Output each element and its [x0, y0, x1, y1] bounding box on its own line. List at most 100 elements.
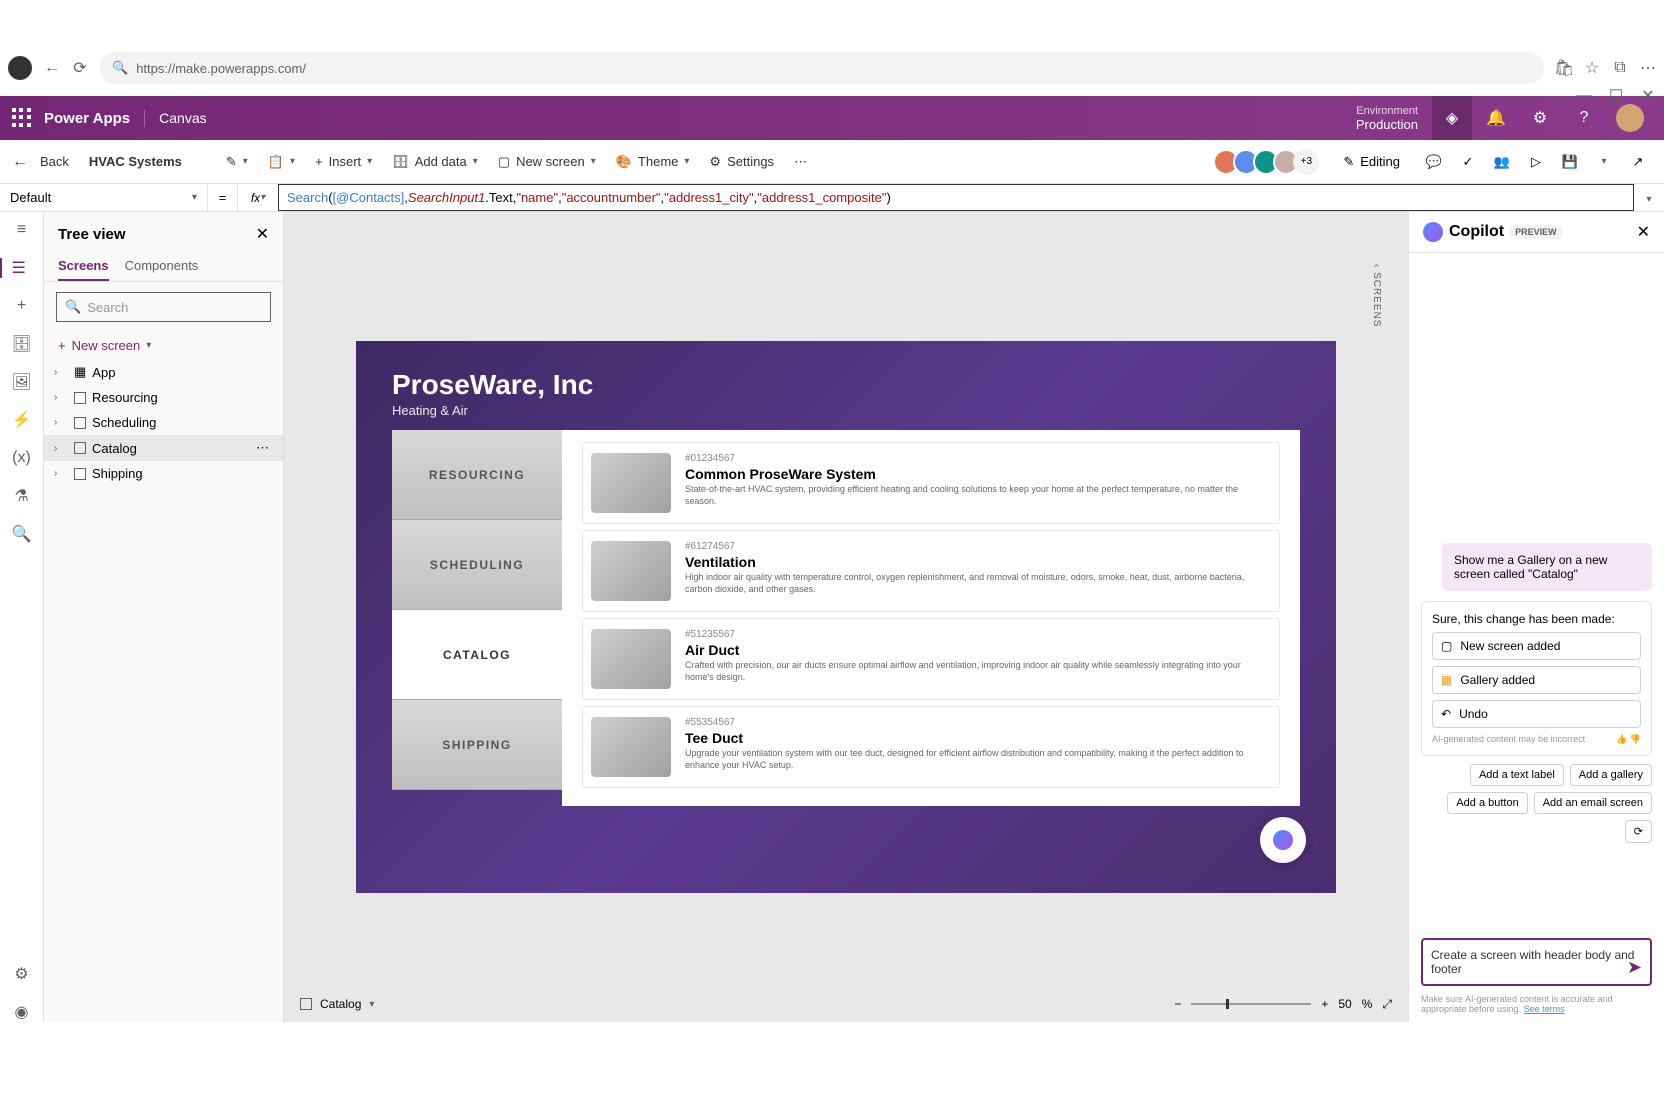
save-dropdown-icon[interactable]: ▾ [1590, 148, 1618, 176]
stage-content: #01234567Common ProseWare SystemState-of… [562, 430, 1300, 806]
refresh-suggestions-icon[interactable]: ⟳ [1625, 820, 1652, 843]
fit-icon[interactable]: ⤢ [1382, 997, 1392, 1012]
edit-icon[interactable]: ✎ ▾ [218, 150, 256, 174]
theme-button[interactable]: 🎨 Theme ▾ [608, 150, 698, 174]
maximize-icon[interactable]: ☐ [1608, 88, 1624, 104]
catalog-item-image [591, 717, 671, 777]
see-terms-link[interactable]: See terms [1524, 1004, 1565, 1014]
tree-view-icon[interactable]: ☰ [0, 258, 44, 278]
search-rail-icon[interactable]: 🔍 [12, 524, 32, 544]
flow-rail-icon[interactable]: ⚡ [12, 410, 32, 430]
save-icon[interactable]: 💾 [1556, 148, 1584, 176]
stage-nav-shipping[interactable]: SHIPPING [392, 700, 562, 790]
tree-search-input[interactable]: 🔍 Search [56, 292, 271, 322]
tab-screens[interactable]: Screens [58, 252, 109, 281]
copilot-header-icon[interactable]: ◈ [1432, 96, 1472, 140]
settings-gear-icon[interactable]: ⚙ [1520, 96, 1560, 140]
tab-components[interactable]: Components [125, 252, 199, 281]
send-icon[interactable]: ➤ [1627, 957, 1642, 978]
tree-item-app[interactable]: ›▦App [44, 359, 283, 385]
app-launcher-icon[interactable] [12, 108, 32, 128]
shop-icon[interactable]: 🛍 [1556, 60, 1572, 76]
favorite-icon[interactable]: ☆ [1584, 60, 1600, 76]
hamburger-icon[interactable]: ≡ [12, 220, 32, 240]
paste-icon[interactable]: 📋 ▾ [260, 150, 303, 174]
suggestion-chip[interactable]: Add a button [1447, 792, 1527, 814]
minimize-icon[interactable]: — [1576, 88, 1592, 104]
action-gallery[interactable]: ▦Gallery added [1432, 666, 1641, 694]
canvas-area[interactable]: ProseWare, Inc Heating & Air RESOURCING … [284, 212, 1408, 1022]
publish-icon[interactable]: ↗ [1624, 148, 1652, 176]
catalog-item[interactable]: #51235567Air DuctCrafted with precision,… [582, 618, 1280, 700]
zoom-in-icon[interactable]: + [1321, 997, 1328, 1011]
environment-picker[interactable]: Environment Production [1356, 105, 1428, 132]
add-data-button[interactable]: 🗄 Add data ▾ [384, 150, 486, 174]
settings-button[interactable]: ⚙ Settings [701, 150, 782, 174]
close-icon[interactable]: ✕ [1640, 88, 1656, 104]
suggestion-chip[interactable]: Add an email screen [1534, 792, 1652, 814]
back-button[interactable]: ← [12, 153, 28, 171]
tree-item-shipping[interactable]: ›Shipping [44, 461, 283, 486]
undo-button[interactable]: ↶Undo [1432, 700, 1641, 728]
thumbs-up-icon[interactable]: 👍 [1616, 734, 1627, 744]
stage-nav: RESOURCING SCHEDULING CATALOG SHIPPING [392, 430, 562, 806]
user-avatar[interactable] [1616, 104, 1644, 132]
fx-label[interactable]: fx ▾ [238, 184, 278, 211]
data-rail-icon[interactable]: 🗄 [12, 334, 32, 354]
window-controls: — ☐ ✕ [1576, 88, 1656, 104]
overflow-icon[interactable]: ⋯ [786, 150, 815, 174]
canvas-stage[interactable]: ProseWare, Inc Heating & Air RESOURCING … [356, 341, 1336, 893]
refresh-icon[interactable]: ⟳ [72, 60, 88, 76]
insert-rail-icon[interactable]: + [12, 296, 32, 316]
app-title[interactable]: Power Apps [44, 110, 145, 127]
editing-mode[interactable]: ✎ Editing [1335, 150, 1408, 174]
copilot-fab[interactable] [1260, 817, 1306, 863]
insert-button[interactable]: + Insert ▾ [307, 150, 380, 173]
profile-avatar[interactable] [8, 56, 32, 80]
tree-item-scheduling[interactable]: ›Scheduling [44, 410, 283, 435]
copilot-close-icon[interactable]: ✕ [1637, 222, 1650, 242]
action-new-screen[interactable]: ▢New screen added [1432, 632, 1641, 660]
formula-bar: Default▾ = fx ▾ Search([@Contacts], Sear… [0, 184, 1664, 212]
new-screen-button[interactable]: ▢ New screen ▾ [490, 150, 604, 174]
notifications-icon[interactable]: 🔔 [1476, 96, 1516, 140]
back-label[interactable]: Back [32, 150, 77, 173]
presence-avatars[interactable]: +3 [1219, 149, 1319, 175]
catalog-item[interactable]: #01234567Common ProseWare SystemState-of… [582, 442, 1280, 524]
zoom-out-icon[interactable]: − [1174, 997, 1181, 1011]
stage-nav-catalog[interactable]: CATALOG [392, 610, 562, 700]
selected-screen-label[interactable]: Catalog [320, 997, 361, 1011]
tree-item-resourcing[interactable]: ›Resourcing [44, 385, 283, 410]
url-bar[interactable]: 🔍 https://make.powerapps.com/ [100, 52, 1544, 84]
stage-nav-scheduling[interactable]: SCHEDULING [392, 520, 562, 610]
comments-icon[interactable]: 💬 [1420, 148, 1448, 176]
media-rail-icon[interactable]: 🖼 [12, 372, 32, 392]
suggestion-chip[interactable]: Add a text label [1470, 764, 1564, 786]
settings-rail-icon[interactable]: ⚙ [12, 964, 32, 984]
formula-input[interactable]: Search([@Contacts], SearchInput1.Text, "… [278, 184, 1634, 211]
support-rail-icon[interactable]: ◉ [12, 1002, 32, 1022]
more-icon[interactable]: ⋯ [1640, 60, 1656, 76]
catalog-item[interactable]: #61274567VentilationHigh indoor air qual… [582, 530, 1280, 612]
tree-item-catalog[interactable]: ›Catalog⋯ [44, 435, 283, 461]
thumbs-down-icon[interactable]: 👎 [1630, 734, 1641, 744]
advanced-rail-icon[interactable]: ⚗ [12, 486, 32, 506]
share-icon[interactable]: 👥 [1488, 148, 1516, 176]
formula-expand-icon[interactable]: ▾ [1634, 190, 1664, 205]
new-screen-tree-button[interactable]: + New screen ▾ [44, 332, 283, 359]
property-dropdown[interactable]: Default▾ [0, 184, 208, 211]
presence-more[interactable]: +3 [1293, 149, 1319, 175]
tree-close-icon[interactable]: ✕ [256, 224, 269, 244]
collections-icon[interactable]: ⧉ [1612, 60, 1628, 76]
preview-icon[interactable]: ▷ [1522, 148, 1550, 176]
variables-rail-icon[interactable]: (x) [12, 448, 32, 468]
back-icon[interactable]: ← [44, 60, 60, 76]
checker-icon[interactable]: ✓ [1454, 148, 1482, 176]
stage-nav-resourcing[interactable]: RESOURCING [392, 430, 562, 520]
catalog-item[interactable]: #55354567Tee DuctUpgrade your ventilatio… [582, 706, 1280, 788]
zoom-slider[interactable] [1191, 1003, 1311, 1005]
copilot-input[interactable]: Create a screen with header body and foo… [1421, 938, 1652, 986]
catalog-item-image [591, 453, 671, 513]
suggestion-chip[interactable]: Add a gallery [1570, 764, 1652, 786]
screens-side-tab[interactable]: ‹ SCREENS [1369, 256, 1384, 335]
